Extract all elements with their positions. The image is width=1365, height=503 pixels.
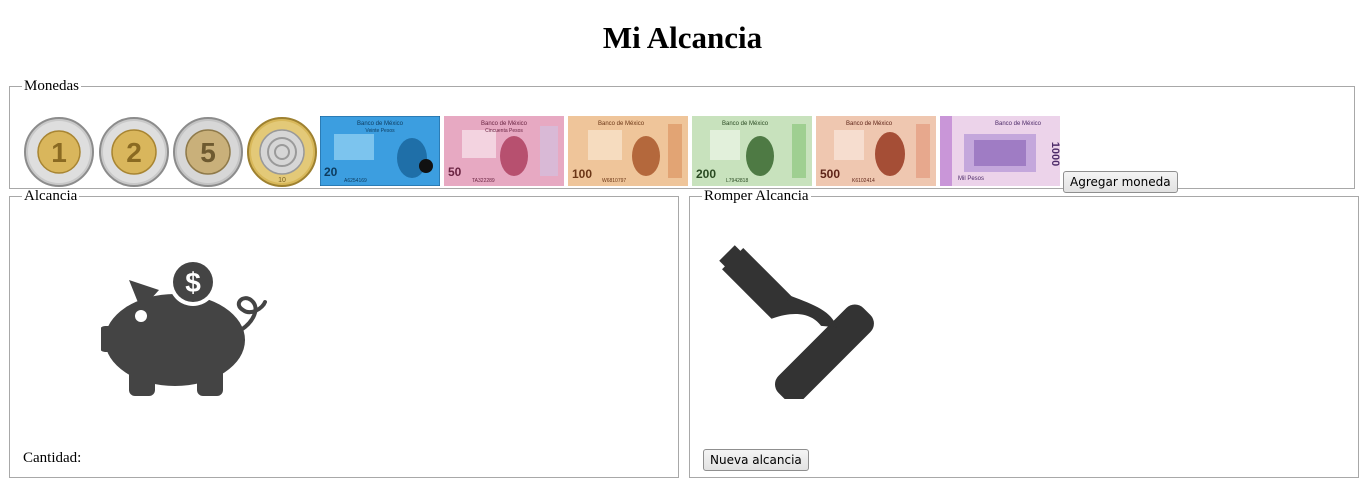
romper-fieldset: Romper Alcancia Nueva alcancia	[689, 188, 1359, 478]
bill-500-pesos-icon[interactable]: Banco de México 500 K6102414	[816, 116, 936, 186]
cantidad-label: Cantidad:	[23, 450, 82, 466]
monedas-legend: Monedas	[24, 78, 79, 94]
svg-text:$: $	[185, 267, 201, 298]
bill-100-pesos-icon[interactable]: Banco de México 100 W6810797	[568, 116, 688, 186]
hammer-icon[interactable]	[708, 239, 883, 399]
svg-text:TA322289: TA322289	[472, 178, 495, 184]
svg-text:Cincuenta Pesos: Cincuenta Pesos	[485, 128, 523, 134]
bill-value: 20	[324, 165, 338, 179]
svg-text:A6254169: A6254169	[344, 178, 367, 184]
bill-value: 1000	[1049, 142, 1060, 166]
piggy-bank-icon[interactable]: $	[101, 250, 267, 398]
page-title: Mi Alcancia	[602, 20, 763, 55]
bill-50-pesos-icon[interactable]: Banco de México Cincuenta Pesos 50 TA322…	[444, 116, 564, 186]
svg-text:W6810797: W6810797	[602, 178, 626, 184]
coin-value: 10	[278, 177, 286, 184]
svg-text:Banco de México: Banco de México	[481, 121, 528, 127]
monedas-fieldset: Monedas 1 2 5 10 Banco de México Veinte …	[9, 78, 1355, 193]
bill-value: 50	[448, 165, 462, 179]
bill-value: 500	[820, 167, 840, 181]
bill-value: 100	[572, 167, 592, 181]
romper-legend: Romper Alcancia	[704, 188, 809, 204]
svg-text:Banco de México: Banco de México	[722, 121, 769, 127]
coin-value: 2	[126, 137, 142, 168]
coin-value: 1	[51, 137, 67, 168]
coin-10-pesos-icon[interactable]: 10	[246, 116, 318, 188]
new-piggy-bank-button[interactable]: Nueva alcancia	[703, 449, 809, 471]
coin-value: 5	[200, 137, 216, 168]
svg-text:Banco de México: Banco de México	[598, 121, 645, 127]
bill-20-pesos-icon[interactable]: Banco de México Veinte Pesos 20 A6254169	[320, 116, 440, 186]
svg-text:Banco de México: Banco de México	[995, 121, 1042, 127]
svg-text:K6102414: K6102414	[852, 178, 875, 184]
svg-text:L7942818: L7942818	[726, 178, 748, 184]
svg-text:Mil Pesos: Mil Pesos	[958, 176, 984, 182]
coin-1-peso-icon[interactable]: 1	[23, 116, 95, 188]
bill-1000-pesos-icon[interactable]: Banco de México Mil Pesos 1000	[940, 116, 1060, 186]
alcancia-fieldset: Alcancia $ Cantidad:	[9, 188, 679, 478]
bill-value: 200	[696, 167, 716, 181]
bill-200-pesos-icon[interactable]: Banco de México 200 L7942818	[692, 116, 812, 186]
coin-2-pesos-icon[interactable]: 2	[98, 116, 170, 188]
svg-text:Veinte Pesos: Veinte Pesos	[365, 128, 395, 134]
svg-text:Banco de México: Banco de México	[846, 121, 893, 127]
alcancia-legend: Alcancia	[24, 188, 78, 204]
svg-text:Banco de México: Banco de México	[357, 121, 404, 127]
coin-5-pesos-icon[interactable]: 5	[172, 116, 244, 188]
